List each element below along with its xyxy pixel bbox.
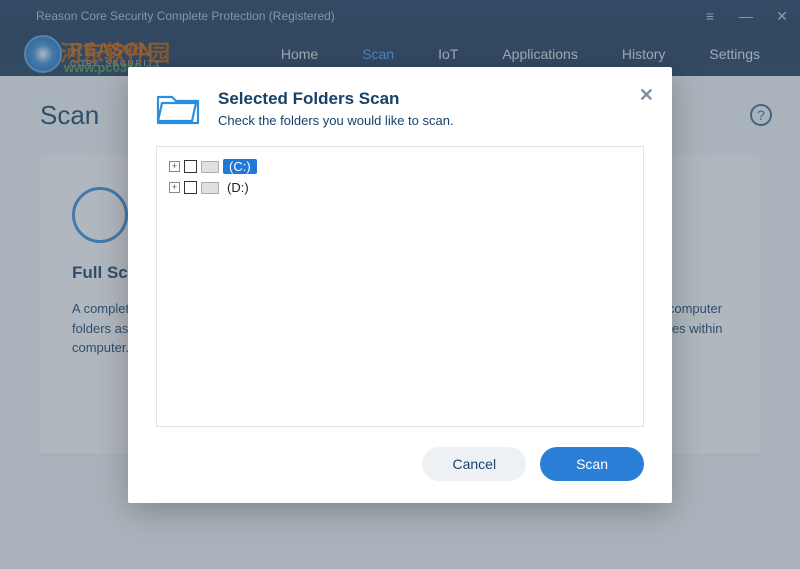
- cancel-button[interactable]: Cancel: [422, 447, 526, 481]
- modal-header: Selected Folders Scan Check the folders …: [156, 89, 644, 128]
- modal-title: Selected Folders Scan: [218, 89, 454, 109]
- drive-icon: [201, 161, 219, 173]
- expand-toggle[interactable]: +: [169, 161, 180, 172]
- drive-checkbox[interactable]: [184, 160, 197, 173]
- drive-checkbox[interactable]: [184, 181, 197, 194]
- folder-tree[interactable]: + (C:) + (D:): [156, 146, 644, 427]
- scan-button[interactable]: Scan: [540, 447, 644, 481]
- tree-row-c[interactable]: + (C:): [169, 157, 631, 177]
- modal-overlay: ✕ Selected Folders Scan Check the folder…: [0, 0, 800, 569]
- modal-close-button[interactable]: ✕: [639, 85, 654, 106]
- expand-toggle[interactable]: +: [169, 182, 180, 193]
- folder-icon: [156, 91, 200, 127]
- modal-footer: Cancel Scan: [156, 447, 644, 481]
- modal-subtitle: Check the folders you would like to scan…: [218, 113, 454, 128]
- tree-row-d[interactable]: + (D:): [169, 178, 631, 198]
- drive-icon: [201, 182, 219, 194]
- folder-scan-modal: ✕ Selected Folders Scan Check the folder…: [128, 67, 672, 503]
- drive-label-d[interactable]: (D:): [223, 180, 253, 195]
- drive-label-c[interactable]: (C:): [223, 159, 257, 174]
